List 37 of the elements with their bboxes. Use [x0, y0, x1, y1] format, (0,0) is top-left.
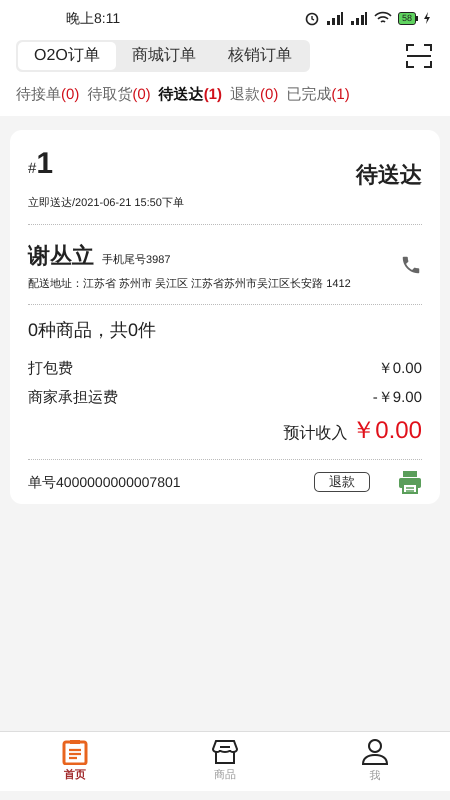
- signal-icon: [326, 11, 344, 25]
- order-number-prefix: #: [28, 159, 36, 179]
- fee-label: 打包费: [28, 359, 73, 379]
- refund-button[interactable]: 退款: [314, 472, 370, 492]
- delivery-address: 配送地址：江苏省 苏州市 吴江区 江苏省苏州市吴江区长安路 1412: [28, 276, 351, 292]
- income-label: 预计收入: [283, 424, 348, 444]
- filter-tab[interactable]: 退款(0): [230, 84, 278, 106]
- battery-icon: 58: [398, 12, 418, 24]
- filter-tab[interactable]: 待取货(0): [87, 84, 151, 106]
- printer-icon[interactable]: [398, 470, 422, 494]
- person-icon: [361, 738, 389, 766]
- order-status: 待送达: [356, 161, 422, 189]
- segment-tab[interactable]: O2O订单: [18, 42, 116, 70]
- customer-name: 谢丛立: [28, 242, 94, 270]
- filter-tab[interactable]: 待送达(1): [158, 84, 222, 106]
- filter-tab[interactable]: 已完成(1): [286, 84, 350, 106]
- segment-tab[interactable]: 核销订单: [212, 42, 308, 70]
- wifi-icon: [374, 11, 392, 25]
- store-icon: [212, 739, 238, 766]
- filter-tab[interactable]: 待接单(0): [16, 84, 80, 106]
- item-summary: 0种商品，共0件: [28, 319, 158, 342]
- clipboard-icon: [62, 739, 88, 766]
- segment-tab[interactable]: 商城订单: [116, 42, 212, 70]
- fee-amount: -￥9.00: [372, 388, 422, 408]
- scan-icon[interactable]: [406, 43, 432, 69]
- fee-amount: ￥0.00: [378, 359, 422, 379]
- signal-icon: [350, 11, 368, 25]
- order-number: 1: [36, 148, 54, 180]
- status-time: 晚上8:11: [66, 8, 120, 28]
- phone-suffix: 手机尾号3987: [102, 252, 170, 268]
- order-time: 立即送达/2021-06-21 15:50下单: [28, 196, 185, 211]
- fee-label: 商家承担运费: [28, 388, 118, 408]
- alarm-icon: [304, 10, 320, 26]
- nav-tab[interactable]: 首页: [0, 732, 150, 791]
- charging-icon: [424, 12, 430, 24]
- income-amount: ￥0.00: [351, 416, 422, 446]
- order-id: 单号4000000000007801: [28, 472, 181, 492]
